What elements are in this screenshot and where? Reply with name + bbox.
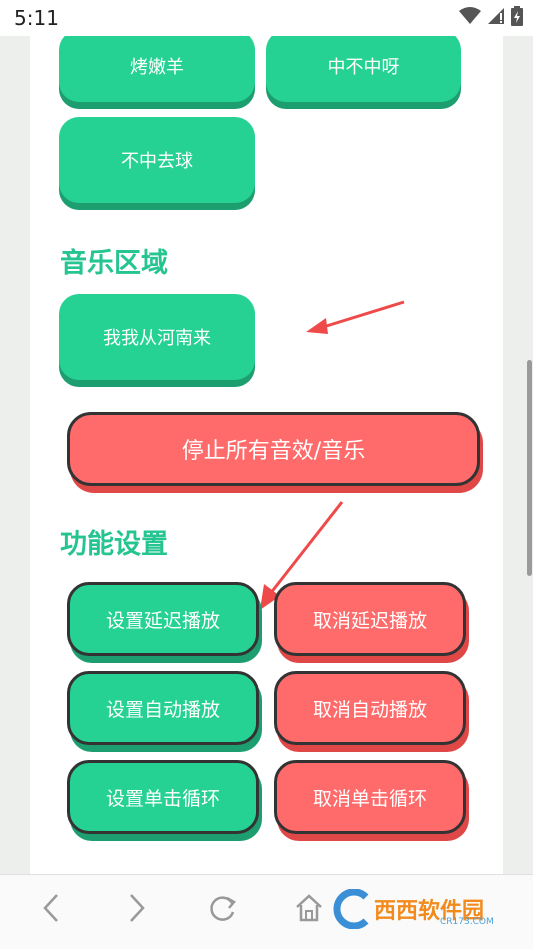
music-button[interactable]: 我我从河南来 <box>59 294 255 380</box>
sound-button-zhongbuzhongya[interactable]: 中不中呀 <box>266 36 461 102</box>
cancel-delay-play-button[interactable]: 取消延迟播放 <box>274 582 466 656</box>
cancel-click-loop-button[interactable]: 取消单击循环 <box>274 760 466 834</box>
watermark-logo: 西西软件园 CR173.COM <box>330 889 494 929</box>
refresh-icon[interactable] <box>208 891 238 925</box>
battery-icon <box>511 6 523 26</box>
forward-icon[interactable] <box>126 891 148 925</box>
settings-section-title: 功能设置 <box>60 529 168 560</box>
sound-button-label: 不中去球 <box>121 151 193 172</box>
wifi-icon <box>459 7 481 24</box>
set-click-loop-label: 设置单击循环 <box>105 787 220 810</box>
watermark-site: CR173.COM <box>440 917 494 927</box>
signal-icon <box>488 8 504 24</box>
sound-button-kaonenyang[interactable]: 烤嫩羊 <box>59 36 255 102</box>
home-icon[interactable] <box>294 891 324 925</box>
browser-bottom-bar: 西西软件园 CR173.COM <box>0 874 533 949</box>
scrollbar[interactable] <box>527 360 532 576</box>
stop-all-label: 停止所有音效/音乐 <box>181 439 366 464</box>
annotation-arrow-icon <box>306 300 405 334</box>
music-button-label: 我我从河南来 <box>103 328 211 349</box>
status-time: 5:11 <box>14 6 59 30</box>
cancel-delay-play-label: 取消延迟播放 <box>312 609 427 632</box>
sound-button-label: 中不中呀 <box>327 57 400 78</box>
set-delay-play-button[interactable]: 设置延迟播放 <box>67 582 259 656</box>
sound-button-label: 烤嫩羊 <box>130 57 184 78</box>
cancel-click-loop-label: 取消单击循环 <box>312 787 427 810</box>
cancel-auto-play-button[interactable]: 取消自动播放 <box>274 671 466 745</box>
page-content: 烤嫩羊 中不中呀 不中去球 音乐区域 我我从河南来 停止所有音效/音乐 功能设置… <box>30 36 503 874</box>
status-icons <box>459 6 523 26</box>
set-delay-play-label: 设置延迟播放 <box>105 609 220 632</box>
set-auto-play-label: 设置自动播放 <box>105 698 220 721</box>
cancel-auto-play-label: 取消自动播放 <box>312 698 427 721</box>
status-bar: 5:11 <box>0 0 533 36</box>
watermark-c-icon <box>333 889 369 929</box>
back-icon[interactable] <box>40 891 62 925</box>
set-click-loop-button[interactable]: 设置单击循环 <box>67 760 259 834</box>
sound-button-buzhongquqiu[interactable]: 不中去球 <box>59 117 255 203</box>
set-auto-play-button[interactable]: 设置自动播放 <box>67 671 259 745</box>
music-section-title: 音乐区域 <box>60 248 168 279</box>
stop-all-button[interactable]: 停止所有音效/音乐 <box>67 412 480 486</box>
